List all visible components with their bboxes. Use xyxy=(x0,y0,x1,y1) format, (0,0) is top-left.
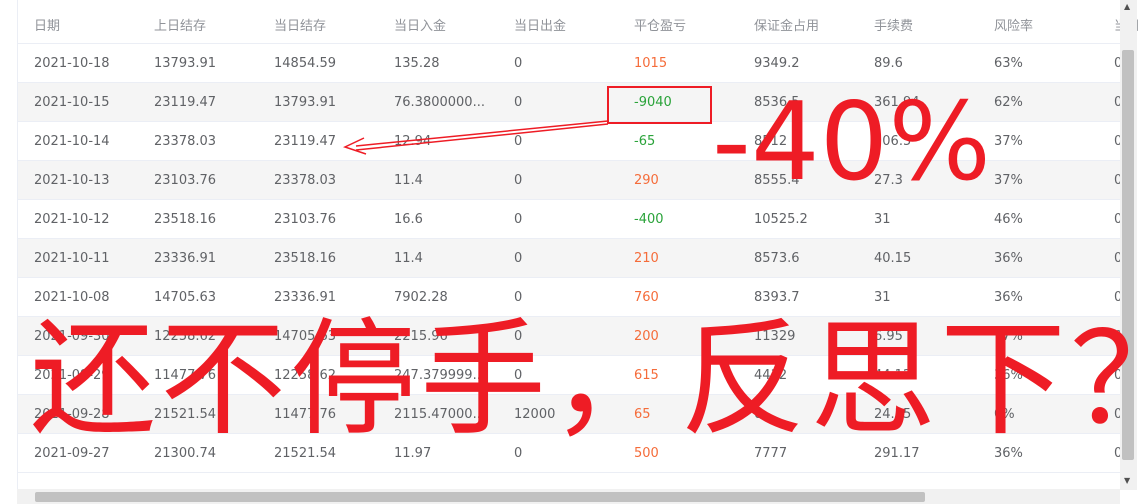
table-cell: 11.4 xyxy=(394,172,423,188)
table-cell: 2021-10-18 xyxy=(34,55,110,71)
table-cell: 89.6 xyxy=(874,55,903,71)
table-cell: 46% xyxy=(994,211,1023,227)
table-cell: 16.6 xyxy=(394,211,423,227)
table-cell: 1015 xyxy=(634,55,668,71)
table-cell: 76.3800000... xyxy=(394,94,485,110)
column-header[interactable]: 保证金占用 xyxy=(754,6,866,43)
table-cell: 37% xyxy=(994,133,1023,149)
table-cell: 0 xyxy=(514,94,523,110)
table-cell: 36% xyxy=(994,250,1023,266)
table-cell: 2021-10-12 xyxy=(34,211,110,227)
loss-percent-annotation: -40% xyxy=(712,80,992,205)
column-header[interactable]: 风险率 xyxy=(994,6,1106,43)
table-cell: 37% xyxy=(994,172,1023,188)
table-cell: 23103.76 xyxy=(274,211,337,227)
table-cell: 10525.2 xyxy=(754,211,808,227)
table-cell: 40.15 xyxy=(874,250,912,266)
table-cell: -400 xyxy=(634,211,664,227)
table-cell: 0 xyxy=(514,211,523,227)
table-cell: 0 xyxy=(514,172,523,188)
table-cell: 13793.91 xyxy=(154,55,217,71)
table-row[interactable]: 2021-10-12 23518.16 23103.76 16.6 0 -400 10525… xyxy=(18,200,1122,239)
column-header[interactable]: 上日结存 xyxy=(154,6,269,43)
table-row[interactable]: 2021-10-18 13793.91 14854.59 135.28 0 1015 934… xyxy=(18,44,1122,83)
horizontal-scrollbar-thumb[interactable] xyxy=(35,492,925,502)
table-cell: 63% xyxy=(994,55,1023,71)
table-cell: 0 xyxy=(514,55,523,71)
table-cell: 9349.2 xyxy=(754,55,800,71)
table-cell: 31 xyxy=(874,211,891,227)
reflection-message-annotation: 还不停手，反思下？ xyxy=(30,306,1147,453)
table-cell: 135.28 xyxy=(394,55,440,71)
column-header[interactable]: 当日出金 xyxy=(514,6,626,43)
table-cell: 0 xyxy=(514,250,523,266)
table-cell: 2021-10-15 xyxy=(34,94,110,110)
table-row[interactable]: 2021-10-11 23336.91 23518.16 11.4 0 210 8573.6… xyxy=(18,239,1122,278)
table-cell: 23103.76 xyxy=(154,172,217,188)
table-cell: 23336.91 xyxy=(154,250,217,266)
table-cell: 62% xyxy=(994,94,1023,110)
table-cell: 23518.16 xyxy=(274,250,337,266)
column-header[interactable]: 手续费 xyxy=(874,6,986,43)
table-cell: 0 xyxy=(514,133,523,149)
scroll-up-icon[interactable]: ▲ xyxy=(1124,2,1130,11)
table-cell: 11.4 xyxy=(394,250,423,266)
table-cell: 23119.47 xyxy=(274,133,337,149)
scroll-down-icon[interactable]: ▼ xyxy=(1124,476,1130,485)
table-cell: 8573.6 xyxy=(754,250,800,266)
table-cell: 13793.91 xyxy=(274,94,337,110)
table-cell: 23518.16 xyxy=(154,211,217,227)
table-cell: 2021-10-11 xyxy=(34,250,110,266)
table-header: 日期上日结存当日结存当日入金当日出金平仓盈亏保证金占用手续费风险率当日 xyxy=(18,6,1138,44)
table-cell: 23378.03 xyxy=(274,172,337,188)
table-cell: 23378.03 xyxy=(154,133,217,149)
column-header[interactable]: 当日入金 xyxy=(394,6,506,43)
column-header[interactable]: 平仓盈亏 xyxy=(634,6,746,43)
table-cell: 2021-10-13 xyxy=(34,172,110,188)
table-cell: 23119.47 xyxy=(154,94,217,110)
table-cell: 210 xyxy=(634,250,659,266)
column-header[interactable]: 当日结存 xyxy=(274,6,389,43)
table-cell: 12.94 xyxy=(394,133,432,149)
table-cell: 14854.59 xyxy=(274,55,337,71)
table-cell: 2021-10-14 xyxy=(34,133,110,149)
column-header[interactable]: 日期 xyxy=(34,6,149,43)
